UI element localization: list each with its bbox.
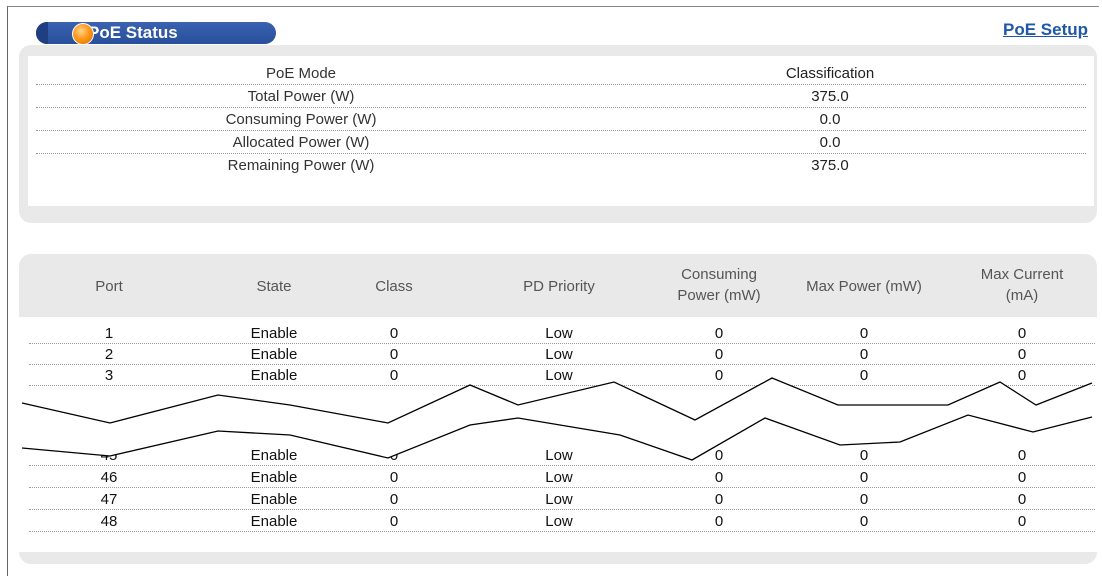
- header-line: Power (mW): [677, 287, 761, 304]
- summary-row-consuming-power: Consuming Power (W) 0.0: [36, 108, 1086, 131]
- header-line: Max Current: [980, 266, 1064, 283]
- port-max-current: 0: [1017, 367, 1027, 384]
- port-class: 0: [389, 513, 399, 530]
- summary-table: PoE Mode Classification Total Power (W) …: [28, 56, 1094, 206]
- header-max-current: Max Current (mA): [949, 264, 1095, 306]
- port-priority: Low: [545, 469, 573, 486]
- port-max-power: 0: [859, 325, 869, 342]
- summary-label: Remaining Power (W): [227, 157, 375, 174]
- poe-setup-link[interactable]: PoE Setup: [1003, 20, 1088, 40]
- port-priority: Low: [545, 367, 573, 384]
- port-consuming-power: 0: [714, 491, 724, 508]
- table-row: 3 Enable 0 Low 0 0 0: [29, 365, 1095, 386]
- summary-label: Allocated Power (W): [232, 134, 370, 151]
- summary-label: Total Power (W): [247, 88, 355, 105]
- port-number: 3: [104, 367, 114, 384]
- table-row: 45 Enable 0 Low 0 0 0: [29, 445, 1095, 466]
- summary-panel: PoE Mode Classification Total Power (W) …: [19, 45, 1097, 223]
- port-number: 46: [100, 469, 118, 486]
- port-number: 47: [100, 491, 118, 508]
- section-title-pill: PoE Status: [36, 22, 276, 45]
- table-row: 48 Enable 0 Low 0 0 0: [29, 511, 1095, 532]
- port-class: 0: [389, 325, 399, 342]
- header-consuming-power: Consuming Power (mW): [649, 264, 789, 306]
- port-number: 1: [104, 325, 114, 342]
- port-priority: Low: [545, 513, 573, 530]
- port-max-current: 0: [1017, 469, 1027, 486]
- header-line: Consuming: [681, 266, 757, 283]
- port-number: 48: [100, 513, 118, 530]
- port-state: Enable: [250, 367, 298, 384]
- summary-row-total-power: Total Power (W) 375.0: [36, 85, 1086, 108]
- port-state: Enable: [250, 447, 298, 464]
- port-priority: Low: [545, 447, 573, 464]
- port-number: 45: [100, 447, 118, 464]
- header-line: (mA): [1005, 287, 1039, 304]
- table-row: 46 Enable 0 Low 0 0 0: [29, 467, 1095, 488]
- page-title: PoE Status: [88, 23, 178, 42]
- port-class: 0: [389, 491, 399, 508]
- port-consuming-power: 0: [714, 447, 724, 464]
- port-max-power: 0: [859, 491, 869, 508]
- port-class: 0: [389, 367, 399, 384]
- header-pd-priority: PD Priority: [523, 278, 595, 295]
- table-row: 1 Enable 0 Low 0 0 0: [29, 323, 1095, 344]
- port-consuming-power: 0: [714, 367, 724, 384]
- port-max-current: 0: [1017, 346, 1027, 363]
- port-consuming-power: 0: [714, 325, 724, 342]
- summary-row-remaining-power: Remaining Power (W) 375.0: [36, 154, 1086, 176]
- port-max-power: 0: [859, 346, 869, 363]
- summary-row-poe-mode: PoE Mode Classification: [36, 62, 1086, 85]
- port-max-current: 0: [1017, 447, 1027, 464]
- port-consuming-power: 0: [714, 469, 724, 486]
- summary-value: 0.0: [819, 134, 841, 151]
- table-row: 47 Enable 0 Low 0 0 0: [29, 489, 1095, 510]
- port-state: Enable: [250, 469, 298, 486]
- header-max-power: Max Power (mW): [806, 278, 922, 295]
- header-class: Class: [375, 278, 413, 295]
- port-class: 0: [389, 346, 399, 363]
- table-body: 1 Enable 0 Low 0 0 0 2 Enable 0 Low 0 0 …: [19, 317, 1097, 552]
- summary-value: 375.0: [811, 157, 849, 174]
- port-state: Enable: [250, 325, 298, 342]
- port-class: 0: [389, 469, 399, 486]
- port-max-power: 0: [859, 447, 869, 464]
- summary-label: Consuming Power (W): [225, 111, 377, 128]
- port-priority: Low: [545, 346, 573, 363]
- port-priority: Low: [545, 325, 573, 342]
- header-port: Port: [95, 278, 123, 295]
- port-max-power: 0: [859, 367, 869, 384]
- port-max-current: 0: [1017, 325, 1027, 342]
- port-consuming-power: 0: [714, 346, 724, 363]
- port-number: 2: [104, 346, 114, 363]
- summary-value: 375.0: [811, 88, 849, 105]
- port-status-table: Port State Class PD Priority Consuming P…: [19, 254, 1097, 564]
- summary-value: 0.0: [819, 111, 841, 128]
- port-max-power: 0: [859, 513, 869, 530]
- port-max-power: 0: [859, 469, 869, 486]
- table-row: 2 Enable 0 Low 0 0 0: [29, 344, 1095, 365]
- status-orb-icon: [72, 23, 94, 45]
- port-priority: Low: [545, 491, 573, 508]
- port-state: Enable: [250, 346, 298, 363]
- summary-label: PoE Mode: [265, 65, 337, 82]
- port-max-current: 0: [1017, 513, 1027, 530]
- port-state: Enable: [250, 491, 298, 508]
- port-state: Enable: [250, 513, 298, 530]
- port-max-current: 0: [1017, 491, 1027, 508]
- summary-row-allocated-power: Allocated Power (W) 0.0: [36, 131, 1086, 154]
- port-class: 0: [389, 447, 399, 464]
- summary-value: Classification: [785, 65, 875, 82]
- header-state: State: [256, 278, 292, 295]
- port-consuming-power: 0: [714, 513, 724, 530]
